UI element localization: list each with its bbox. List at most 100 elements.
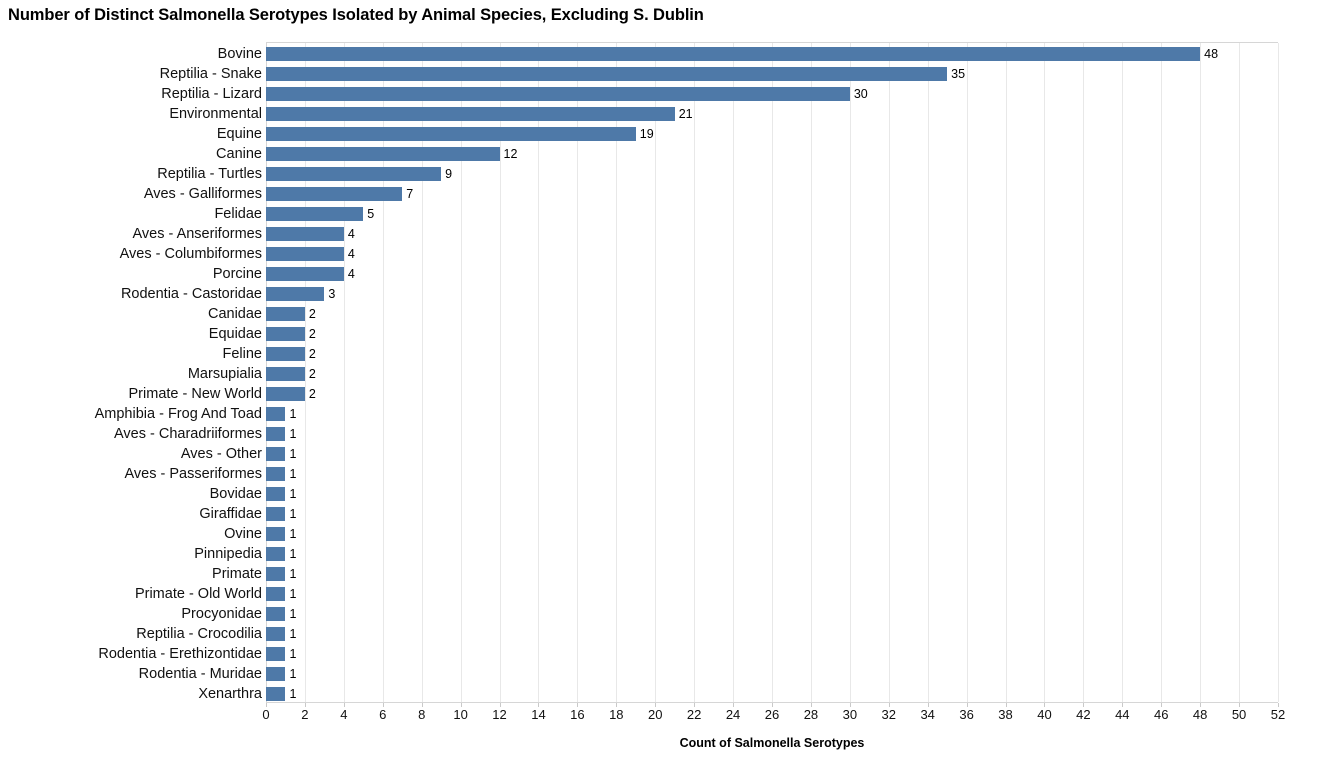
category-label: Reptilia - Turtles	[157, 166, 262, 182]
bar[interactable]	[266, 87, 850, 101]
bar-value-label: 5	[367, 207, 375, 221]
bar-row: Giraffidae 1	[199, 504, 1278, 524]
category-label: Environmental	[169, 106, 262, 122]
x-tick-label: 32	[881, 707, 896, 722]
x-tick-label: 12	[492, 707, 507, 722]
category-label: Felidae	[214, 206, 262, 222]
bar-row: Environmental 21	[169, 104, 1278, 124]
bar-value-label: 1	[289, 627, 297, 641]
category-label: Aves - Charadriiformes	[113, 426, 262, 442]
bar[interactable]	[266, 607, 286, 621]
bar[interactable]	[266, 567, 286, 581]
bar[interactable]	[266, 327, 305, 341]
x-axis-title: Count of Salmonella Serotypes	[679, 736, 865, 750]
bar[interactable]	[266, 547, 286, 561]
bar[interactable]	[266, 247, 344, 261]
x-tick-label: 52	[1270, 707, 1286, 722]
category-label: Reptilia - Crocodilia	[136, 626, 262, 642]
x-tick-label: 48	[1192, 707, 1208, 722]
bar[interactable]	[266, 647, 286, 661]
plot-area: Bovine 48 Reptilia - Snake 35 Reptilia - Liz…	[95, 42, 1279, 704]
bar-value-label: 1	[289, 527, 297, 541]
bar[interactable]	[266, 407, 286, 421]
bar[interactable]	[266, 167, 442, 181]
bar-value-label: 9	[445, 167, 453, 181]
bar[interactable]	[266, 427, 286, 441]
category-label: Primate	[212, 566, 262, 582]
bar-row: Pinnipedia 1	[194, 544, 1278, 564]
bar-row: Aves - Columbiformes 4	[120, 244, 1278, 264]
bar-value-label: 1	[289, 547, 297, 561]
bar[interactable]	[266, 507, 286, 521]
x-tick-label: 38	[998, 707, 1013, 722]
bar-row: Reptilia - Crocodilia 1	[136, 624, 1278, 644]
bar[interactable]	[266, 307, 305, 321]
bar-row: Reptilia - Snake 35	[160, 64, 1278, 84]
bar-row: Canidae 2	[208, 304, 1278, 324]
category-label: Bovidae	[209, 486, 262, 502]
x-tick-label: 22	[686, 707, 702, 722]
bar[interactable]	[266, 187, 403, 201]
bar-value-label: 1	[289, 447, 297, 461]
bar[interactable]	[266, 487, 286, 501]
x-tick-label: 18	[609, 707, 624, 722]
bar[interactable]	[266, 207, 364, 221]
bar[interactable]	[266, 47, 1201, 61]
bar-row: Bovidae 1	[210, 484, 1278, 504]
x-axis: 0 2 4 6 8 10 12 14 16 18 20 22 24 26 28 30 32 34 36 38 40 42 4…	[262, 703, 1285, 725]
bar-row: Felidae 5	[214, 204, 1278, 224]
bar-row: Aves - Other 1	[181, 444, 1278, 464]
bar-value-label: 2	[308, 327, 316, 341]
bar-value-label: 1	[289, 507, 297, 521]
bar[interactable]	[266, 147, 500, 161]
bar[interactable]	[266, 687, 286, 701]
bar-row: Rodentia - Castoridae 3	[121, 284, 1278, 304]
bar-row: Ovine 1	[224, 524, 1278, 544]
bar[interactable]	[266, 387, 305, 401]
bar[interactable]	[266, 227, 344, 241]
bar-value-label: 1	[289, 427, 297, 441]
bar[interactable]	[266, 667, 286, 681]
bar-row: Canine 12	[216, 144, 1278, 164]
x-tick-label: 42	[1076, 707, 1091, 722]
bar[interactable]	[266, 67, 948, 81]
bar[interactable]	[266, 127, 636, 141]
category-label: Ovine	[224, 526, 262, 542]
bar-row: Reptilia - Lizard 30	[161, 84, 1278, 104]
category-label: Bovine	[217, 46, 262, 62]
x-tick-label: 46	[1153, 707, 1169, 722]
bar-row: Aves - Galliformes 7	[144, 184, 1278, 204]
bar-value-label: 12	[503, 147, 518, 161]
bar-value-label: 7	[406, 187, 414, 201]
x-tick-label: 30	[842, 707, 858, 722]
bar-value-label: 2	[308, 387, 316, 401]
bar-row: Amphibia - Frog And Toad 1	[95, 404, 1278, 424]
bar-row: Reptilia - Turtles 9	[157, 164, 1278, 184]
bar[interactable]	[266, 107, 675, 121]
bar[interactable]	[266, 287, 325, 301]
bar-value-label: 1	[289, 567, 297, 581]
bar-row: Xenarthra 1	[198, 684, 1278, 704]
bar[interactable]	[266, 267, 344, 281]
x-tick-label: 44	[1115, 707, 1130, 722]
category-label: Reptilia - Lizard	[161, 86, 262, 102]
bar[interactable]	[266, 447, 286, 461]
bar-row: Primate - New World 2	[129, 384, 1278, 404]
bar[interactable]	[266, 467, 286, 481]
bar[interactable]	[266, 587, 286, 601]
bar[interactable]	[266, 367, 305, 381]
bar[interactable]	[266, 627, 286, 641]
bar-value-label: 4	[347, 267, 355, 281]
bar-chart: Number of Distinct Salmonella Serotypes …	[0, 0, 1321, 759]
bar-row: Bovine 48	[218, 44, 1278, 64]
bar-value-label: 2	[308, 367, 316, 381]
bar[interactable]	[266, 347, 305, 361]
x-tick-label: 50	[1231, 707, 1247, 722]
x-tick-label: 6	[379, 707, 387, 722]
category-label: Reptilia - Snake	[159, 66, 262, 82]
bar[interactable]	[266, 527, 286, 541]
bar-value-label: 35	[951, 67, 966, 81]
x-tick-label: 10	[453, 707, 468, 722]
bar-row: Rodentia - Erethizontidae 1	[98, 644, 1278, 664]
bar-row: Feline 2	[223, 344, 1278, 364]
